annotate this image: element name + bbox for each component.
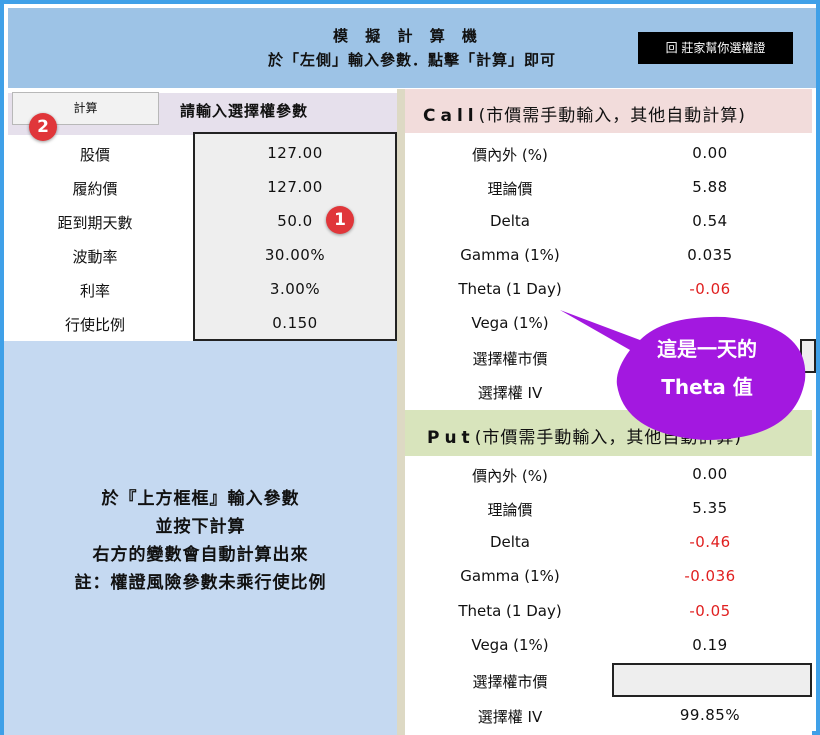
put-row: Vega (1%) 0.19 — [405, 628, 812, 662]
call-value: 0.035 — [687, 246, 733, 264]
param-label: 行使比例 — [64, 316, 125, 334]
call-label: 價內外 (%) — [472, 146, 548, 164]
param-row: 行使比例 0.150 — [0, 306, 397, 340]
param-row: 履約價 127.00 — [0, 170, 397, 204]
put-label: Theta (1 Day) — [458, 602, 562, 620]
put-label: 理論價 — [487, 501, 533, 519]
param-value[interactable]: 3.00% — [195, 280, 395, 298]
put-row: 理論價 5.35 — [405, 491, 812, 525]
call-value: 0.00 — [692, 144, 728, 162]
put-label: Vega (1%) — [471, 636, 549, 654]
callout-line: 這是一天的 — [657, 337, 757, 361]
param-row: 波動率 30.00% — [0, 238, 397, 272]
put-label: Delta — [489, 533, 531, 551]
put-label: Gamma (1%) — [460, 567, 560, 585]
theta-callout-text: 這是一天的 Theta 值 — [612, 330, 802, 406]
instruction-line: 於『上方框框』輸入參數 — [101, 489, 300, 509]
call-section-title: Call(市價需手動輸入，其他自動計算) — [423, 101, 746, 126]
step-badge-days: 1 — [326, 206, 354, 234]
call-title-note: (市價需手動輸入，其他自動計算) — [478, 106, 746, 126]
param-label: 距到期天數 — [57, 214, 133, 232]
put-row: Theta (1 Day) -0.05 — [405, 594, 812, 628]
put-value: 5.35 — [692, 499, 728, 517]
param-value[interactable]: 50.0 — [195, 212, 395, 230]
call-label: 理論價 — [487, 180, 533, 198]
call-title-letters: Call — [423, 106, 479, 126]
back-to-warrant-picker-button[interactable]: 回 莊家幫你選權證 — [638, 32, 793, 64]
callout-line: Theta 值 — [661, 375, 753, 399]
param-row: 利率 3.00% — [0, 272, 397, 306]
call-row: 理論價 5.88 — [405, 170, 812, 204]
call-row: 價內外 (%) 0.00 — [405, 136, 812, 170]
put-value: 0.19 — [692, 636, 728, 654]
header-banner: 模 擬 計 算 機 於「左側」輸入參數．點擊「計算」即可 回 莊家幫你選權證 — [8, 8, 816, 88]
param-label: 利率 — [79, 282, 110, 300]
param-label: 股價 — [79, 146, 110, 164]
put-title-letters: Put — [427, 428, 475, 448]
put-value: -0.05 — [689, 602, 731, 620]
call-row: Gamma (1%) 0.035 — [405, 238, 812, 272]
put-label: 選擇權市價 — [472, 673, 548, 691]
put-label: 價內外 (%) — [472, 467, 548, 485]
call-section-header: Call(市價需手動輸入，其他自動計算) — [405, 89, 812, 133]
call-value: 0.54 — [692, 212, 728, 230]
instruction-line: 右方的變數會自動計算出來 — [92, 545, 309, 565]
column-divider — [397, 89, 405, 735]
param-label: 波動率 — [72, 248, 118, 266]
instruction-line: 註：權證風險參數未乘行使比例 — [74, 573, 327, 593]
param-value[interactable]: 30.00% — [195, 246, 395, 264]
call-row: Delta 0.54 — [405, 204, 812, 238]
put-value: 0.00 — [692, 465, 728, 483]
param-value[interactable]: 0.150 — [195, 314, 395, 332]
instructions-panel: 於『上方框框』輸入參數 並按下計算 右方的變數會自動計算出來 註：權證風險參數未… — [4, 341, 397, 735]
put-market-price-input[interactable] — [612, 663, 812, 697]
put-row: Delta -0.46 — [405, 525, 812, 559]
param-label: 履約價 — [72, 180, 118, 198]
put-label: 選擇權 IV — [477, 708, 543, 726]
input-panel-title: 請輸入選擇權參數 — [180, 102, 309, 120]
put-row: Gamma (1%) -0.036 — [405, 559, 812, 593]
instruction-line: 並按下計算 — [155, 517, 246, 537]
put-row: 選擇權 IV 99.85% — [405, 698, 812, 732]
call-label: Delta — [489, 212, 531, 230]
put-value: -0.036 — [684, 567, 736, 585]
call-value: 5.88 — [692, 178, 728, 196]
param-value[interactable]: 127.00 — [195, 144, 395, 162]
put-value: 99.85% — [679, 706, 741, 724]
call-label: Gamma (1%) — [460, 246, 560, 264]
put-value: -0.46 — [689, 533, 731, 551]
param-row: 股價 127.00 — [0, 136, 397, 170]
param-value[interactable]: 127.00 — [195, 178, 395, 196]
put-row: 價內外 (%) 0.00 — [405, 457, 812, 491]
